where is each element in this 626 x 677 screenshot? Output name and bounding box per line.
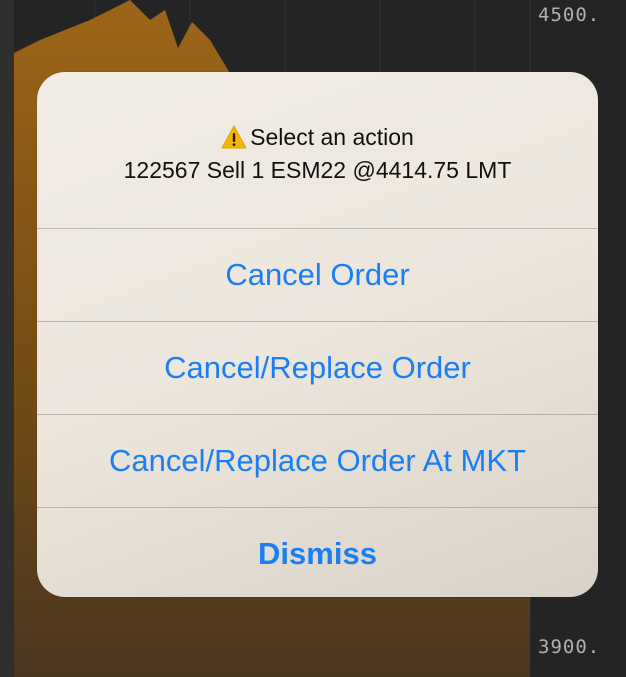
alert-header: Select an action 122567 Sell 1 ESM22 @44… <box>37 72 598 228</box>
cancel-order-button[interactable]: Cancel Order <box>37 228 598 321</box>
alert-message: 122567 Sell 1 ESM22 @4414.75 LMT <box>123 157 512 183</box>
cancel-replace-order-button[interactable]: Cancel/Replace Order <box>37 321 598 414</box>
alert-title: Select an action <box>250 124 414 150</box>
cancel-replace-order-at-mkt-button[interactable]: Cancel/Replace Order At MKT <box>37 414 598 507</box>
action-alert-dialog: Select an action 122567 Sell 1 ESM22 @44… <box>37 72 598 597</box>
dismiss-button[interactable]: Dismiss <box>37 507 598 597</box>
alert-title-row: Select an action <box>221 124 414 151</box>
warning-triangle-icon <box>221 125 247 148</box>
